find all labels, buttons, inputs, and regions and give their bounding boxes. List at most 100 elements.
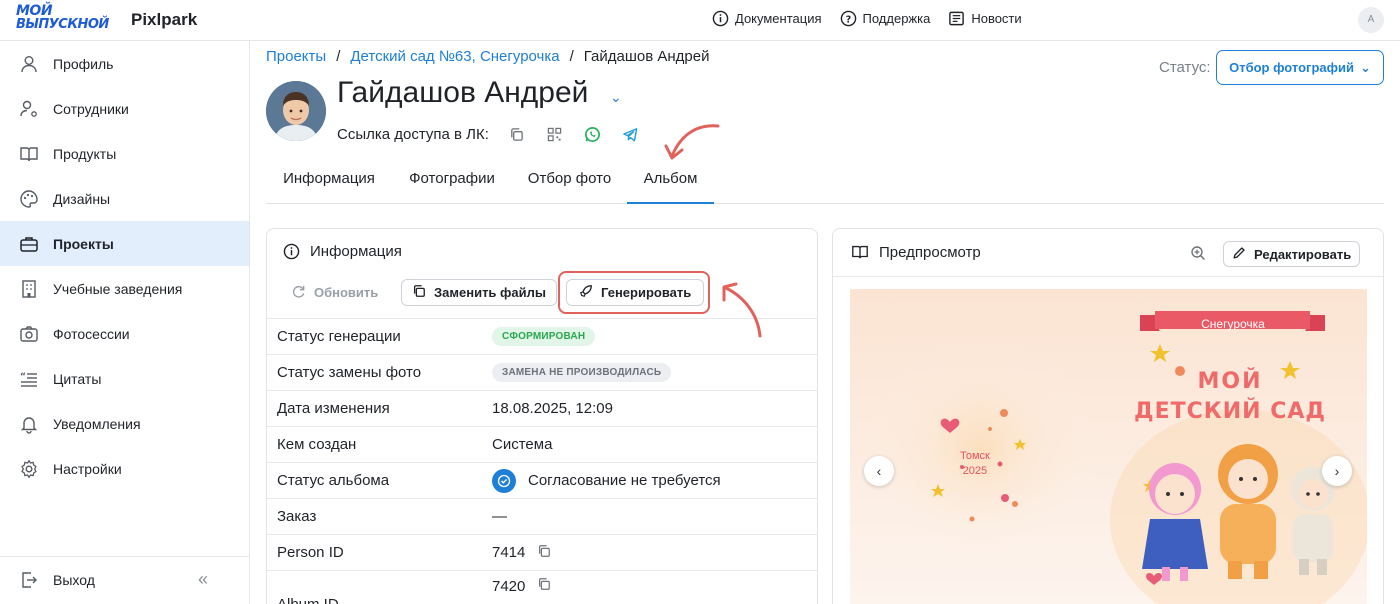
sidebar-item-products[interactable]: Продукты	[0, 131, 249, 176]
refresh-icon	[291, 284, 306, 302]
table-row: Дата изменения 18.08.2025, 12:09	[267, 390, 817, 426]
album-cover-image	[850, 289, 1367, 604]
table-row: Статус замены фото ЗАМЕНА НЕ ПРОИЗВОДИЛА…	[267, 354, 817, 390]
breadcrumb-separator: /	[336, 48, 341, 65]
person-id-value: 7414	[492, 544, 526, 561]
info-icon	[283, 243, 300, 260]
row-value: —	[492, 508, 507, 525]
table-row: Заказ —	[267, 498, 817, 534]
breadcrumb-projects-link[interactable]: Проекты	[266, 48, 326, 65]
refresh-label: Обновить	[314, 285, 379, 300]
previous-page-button[interactable]: ‹	[864, 456, 894, 486]
user-icon	[18, 53, 40, 75]
edit-button[interactable]: Редактировать	[1223, 241, 1361, 267]
annotation-highlight	[558, 271, 710, 314]
logo-line2: ВЫПУСКНОЙ	[16, 17, 109, 32]
sidebar-item-profile[interactable]: Профиль	[0, 41, 249, 86]
tab-photo-selection[interactable]: Отбор фото	[512, 160, 627, 204]
logout-button[interactable]: Выход	[18, 569, 95, 591]
logo[interactable]: МОЙ ВЫПУСКНОЙ	[16, 4, 116, 35]
copy-icon[interactable]	[537, 544, 551, 562]
palette-icon	[18, 188, 40, 210]
table-row: Кем создан Система	[267, 426, 817, 462]
tab-photos[interactable]: Фотографии	[392, 160, 512, 204]
row-key: Кем создан	[277, 436, 357, 453]
chevron-down-icon[interactable]: ⌄	[610, 89, 622, 106]
topnav-news[interactable]: Новости	[948, 10, 1022, 27]
news-icon	[949, 11, 965, 26]
tab-information[interactable]: Информация	[266, 160, 392, 204]
breadcrumb-kindergarten-link[interactable]: Детский сад №63, Снегурочка	[350, 48, 559, 65]
top-bar: МОЙ ВЫПУСКНОЙ Pixlpark Документация ? По…	[0, 0, 1400, 41]
sidebar-item-label: Цитаты	[53, 370, 102, 387]
access-link-label: Ссылка доступа в ЛК:	[337, 125, 489, 143]
sidebar-item-quotes[interactable]: “ Цитаты	[0, 356, 249, 401]
sidebar-item-label: Проекты	[53, 235, 114, 252]
gear-icon	[18, 458, 40, 480]
collapse-sidebar-icon[interactable]: «	[198, 569, 208, 590]
album-ribbon-text: Снегурочка	[1201, 317, 1265, 331]
breadcrumb-current: Гайдашов Андрей	[583, 48, 710, 65]
sidebar-item-photosessions[interactable]: Фотосессии	[0, 311, 249, 356]
album-spread-preview: Снегурочка МОЙ ДЕТСКИЙ САД Томск 2025 ‹ …	[850, 289, 1367, 604]
breadcrumb: Проекты / Детский сад №63, Снегурочка / …	[266, 48, 710, 65]
chevron-down-icon: ⌄	[1360, 59, 1371, 75]
sidebar-item-staff[interactable]: Сотрудники	[0, 86, 249, 131]
building-icon	[18, 278, 40, 300]
preview-title: Предпросмотр	[851, 243, 981, 261]
topnav-support-label: Поддержка	[862, 11, 931, 26]
status-value: Отбор фотографий	[1229, 60, 1354, 75]
info-panel-title: Информация	[283, 243, 402, 260]
row-value: 7420	[492, 577, 551, 595]
row-key: Person ID	[277, 544, 344, 561]
topnav-docs[interactable]: Документация	[712, 10, 822, 27]
row-value: СФОРМИРОВАН	[492, 327, 596, 346]
preview-header: Предпросмотр Редактировать	[833, 229, 1383, 277]
svg-text:“: “	[20, 372, 26, 382]
copy-icon[interactable]	[507, 124, 527, 144]
album-title-line2: ДЕТСКИЙ САД	[1133, 399, 1326, 424]
info-panel-title-text: Информация	[310, 243, 402, 260]
sidebar-item-label: Сотрудники	[53, 100, 129, 117]
table-row: Статус альбома Согласование не требуется	[267, 462, 817, 498]
status-label: Статус:	[1159, 59, 1211, 76]
telegram-icon[interactable]	[621, 124, 641, 144]
qr-code-icon[interactable]	[545, 124, 565, 144]
book-open-icon	[852, 245, 868, 259]
album-city-year: Томск 2025	[960, 449, 990, 479]
row-value: 7414	[492, 544, 551, 562]
refresh-button[interactable]: Обновить	[281, 279, 389, 306]
replace-files-label: Заменить файлы	[434, 285, 546, 300]
copy-icon	[412, 284, 426, 301]
user-avatar[interactable]: A	[1358, 7, 1384, 33]
next-page-button[interactable]: ›	[1322, 456, 1352, 486]
info-table: Статус генерации СФОРМИРОВАН Статус заме…	[267, 318, 817, 604]
topnav-docs-label: Документация	[735, 11, 822, 26]
album-status-text: Согласование не требуется	[528, 472, 721, 489]
camera-icon	[18, 323, 40, 345]
sidebar-item-designs[interactable]: Дизайны	[0, 176, 249, 221]
topnav-support[interactable]: ? Поддержка	[840, 10, 931, 27]
replace-files-button[interactable]: Заменить файлы	[401, 279, 557, 306]
sidebar-item-settings[interactable]: Настройки	[0, 446, 249, 491]
person-photo	[266, 81, 326, 141]
whatsapp-icon[interactable]	[583, 124, 603, 144]
row-key: Album ID	[277, 596, 339, 604]
album-id-value: 7420	[492, 577, 526, 595]
sidebar-item-schools[interactable]: Учебные заведения	[0, 266, 249, 311]
zoom-in-icon[interactable]	[1190, 245, 1206, 264]
tabs-bar: Информация Фотографии Отбор фото Альбом	[266, 160, 1384, 204]
pencil-icon	[1232, 246, 1246, 263]
sidebar-item-notifications[interactable]: Уведомления	[0, 401, 249, 446]
help-icon: ?	[840, 10, 856, 27]
tab-album[interactable]: Альбом	[627, 160, 714, 204]
book-icon	[18, 143, 40, 165]
row-value: 18.08.2025, 12:09	[492, 400, 613, 417]
row-value: Согласование не требуется	[492, 468, 721, 493]
status-badge: ЗАМЕНА НЕ ПРОИЗВОДИЛАСЬ	[492, 363, 672, 382]
status-dropdown[interactable]: Отбор фотографий ⌄	[1216, 50, 1384, 85]
copy-icon[interactable]	[537, 577, 551, 595]
person-name: Гайдашов Андрей	[337, 76, 589, 109]
sidebar-item-projects[interactable]: Проекты	[0, 221, 249, 266]
preview-panel: Предпросмотр Редактировать Снегурочка МО…	[832, 228, 1384, 604]
